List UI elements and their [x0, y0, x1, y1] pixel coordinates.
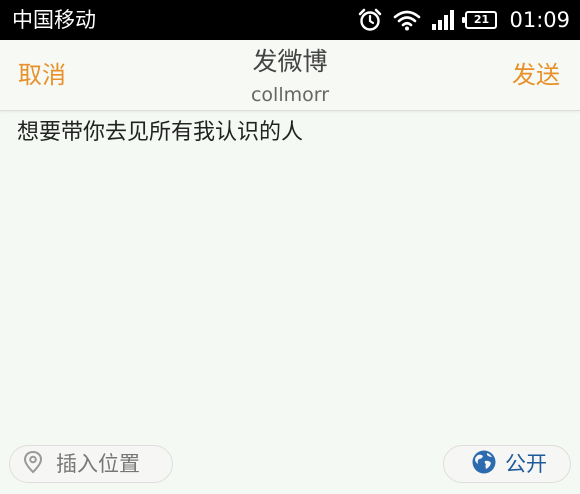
insert-location-button[interactable]: 插入位置 — [9, 445, 173, 483]
compose-text-area[interactable]: 想要带你去见所有我认识的人 — [17, 118, 562, 428]
account-name: collmorr — [250, 84, 330, 106]
battery-icon: 21 — [462, 11, 498, 29]
clock-time: 01:09 — [509, 8, 570, 32]
signal-icon — [431, 10, 455, 30]
insert-location-label: 插入位置 — [56, 452, 140, 476]
alarm-icon — [357, 7, 383, 33]
status-bar: 中国移动 21 01:09 — [0, 0, 580, 40]
globe-icon — [471, 449, 497, 479]
visibility-label: 公开 — [505, 452, 547, 476]
status-icons: 21 01:09 — [357, 0, 570, 40]
wifi-icon — [393, 9, 421, 31]
carrier-name: 中国移动 — [12, 8, 96, 32]
location-pin-icon — [23, 450, 43, 478]
battery-level: 21 — [473, 13, 490, 26]
page-title: 发微博 — [252, 47, 328, 76]
visibility-button[interactable]: 公开 — [443, 445, 571, 483]
compose-nav-bar: 取消 发微博 collmorr 发送 — [0, 40, 580, 111]
send-button[interactable]: 发送 — [512, 60, 560, 90]
